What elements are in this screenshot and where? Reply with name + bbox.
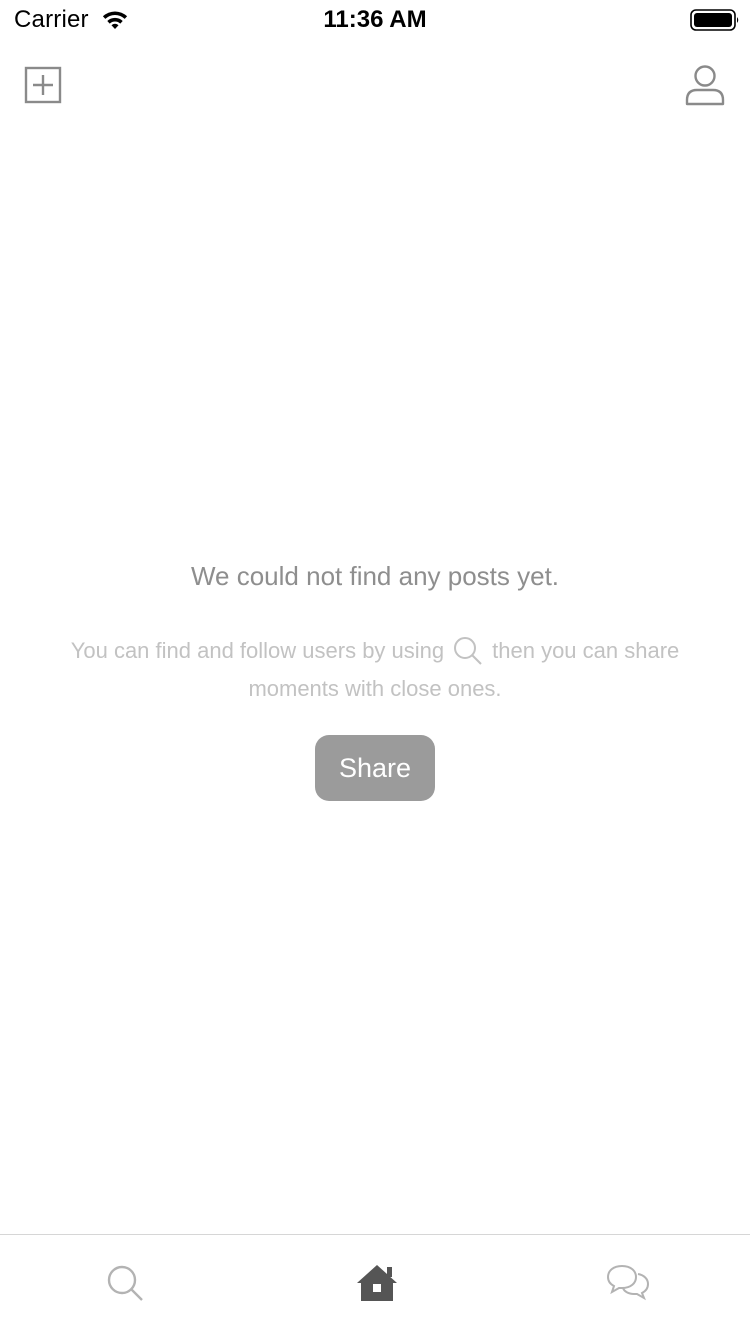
plus-square-icon[interactable] <box>24 66 62 104</box>
tab-search[interactable] <box>0 1235 250 1335</box>
home-icon <box>357 1265 397 1301</box>
profile-icon[interactable] <box>684 64 726 108</box>
battery-icon <box>690 9 739 31</box>
chat-bubbles-icon <box>606 1264 650 1301</box>
clock: 11:36 AM <box>323 6 427 33</box>
tab-home[interactable] <box>250 1235 500 1335</box>
search-icon <box>107 1265 143 1301</box>
empty-state-title: We could not find any posts yet. <box>190 561 560 591</box>
empty-state-description: You can find and follow users by using t… <box>60 632 690 708</box>
tab-bar <box>0 1234 750 1335</box>
description-text-start: You can find and follow users by using <box>70 638 445 663</box>
search-icon <box>454 637 482 665</box>
share-button[interactable]: Share <box>315 735 435 801</box>
tab-messages[interactable] <box>500 1235 750 1335</box>
status-bar: Carrier 11:36 AM <box>0 0 750 40</box>
